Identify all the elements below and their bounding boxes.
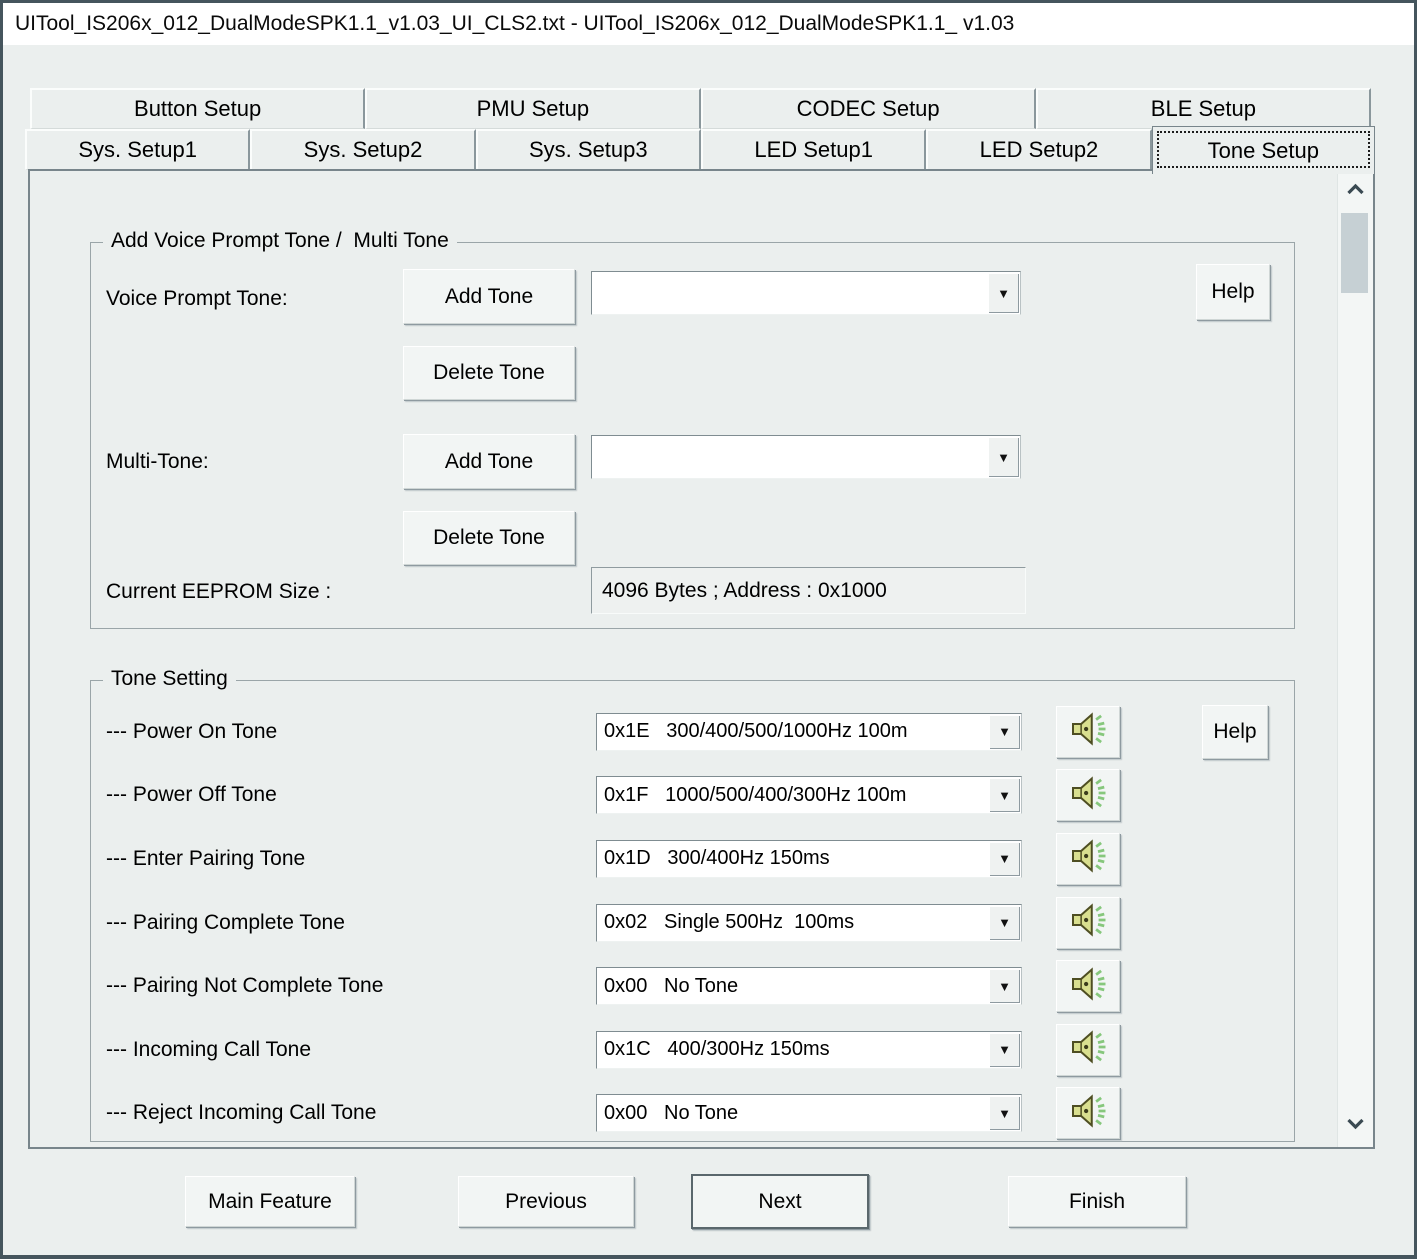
tone-select-value: 0x1E 300/400/500/1000Hz 100m bbox=[597, 714, 988, 750]
tone-row-label: --- Enter Pairing Tone bbox=[91, 847, 596, 871]
tone-select[interactable]: 0x00 No Tone ▼ bbox=[596, 967, 1022, 1005]
voice-prompt-groupbox: Add Voice Prompt Tone / Multi Tone Voice… bbox=[90, 242, 1295, 629]
tone-setup-panel: Add Voice Prompt Tone / Multi Tone Voice… bbox=[28, 169, 1375, 1149]
multi-tone-value bbox=[592, 436, 987, 478]
dropdown-arrow-icon[interactable]: ▼ bbox=[989, 1096, 1020, 1130]
title-bar: UITool_IS206x_012_DualModeSPK1.1_v1.03_U… bbox=[3, 3, 1414, 45]
speaker-icon bbox=[1067, 773, 1109, 818]
tab-strip-bottom: Sys. Setup1 Sys. Setup2 Sys. Setup3 LED … bbox=[25, 129, 1375, 170]
play-tone-button[interactable] bbox=[1056, 706, 1120, 758]
play-tone-button[interactable] bbox=[1056, 769, 1120, 821]
tone-row-label: --- Power Off Tone bbox=[91, 783, 596, 807]
groupbox-title: Add Voice Prompt Tone / Multi Tone bbox=[103, 229, 457, 253]
tone-rows: --- Power On Tone 0x1E 300/400/500/1000H… bbox=[91, 700, 1294, 1145]
tab-button-setup[interactable]: Button Setup bbox=[30, 88, 365, 129]
play-tone-button[interactable] bbox=[1056, 960, 1120, 1012]
eeprom-size-label: Current EEPROM Size : bbox=[106, 580, 331, 604]
tone-row: --- Reject Incoming Call Tone 0x00 No To… bbox=[91, 1082, 1294, 1146]
vertical-scrollbar[interactable] bbox=[1337, 171, 1373, 1147]
multi-tone-label: Multi-Tone: bbox=[106, 450, 209, 474]
tone-row: --- Incoming Call Tone 0x1C 400/300Hz 15… bbox=[91, 1018, 1294, 1082]
dropdown-arrow-icon[interactable]: ▼ bbox=[988, 273, 1019, 313]
tone-row: --- Pairing Complete Tone 0x02 Single 50… bbox=[91, 891, 1294, 955]
tab-pmu-setup[interactable]: PMU Setup bbox=[365, 88, 700, 129]
tone-row: --- Power Off Tone 0x1F 1000/500/400/300… bbox=[91, 764, 1294, 828]
tone-row-label: --- Pairing Not Complete Tone bbox=[91, 974, 596, 998]
multi-tone-select[interactable]: ▼ bbox=[591, 435, 1021, 479]
tab-sys-setup3[interactable]: Sys. Setup3 bbox=[476, 129, 701, 170]
next-button[interactable]: Next bbox=[691, 1174, 869, 1229]
window-title: UITool_IS206x_012_DualModeSPK1.1_v1.03_U… bbox=[15, 12, 1014, 36]
tone-help-button[interactable]: Help bbox=[1202, 705, 1268, 759]
tab-sys-setup1[interactable]: Sys. Setup1 bbox=[25, 129, 250, 170]
dropdown-arrow-icon[interactable]: ▼ bbox=[989, 778, 1020, 812]
tone-row-label: --- Pairing Complete Tone bbox=[91, 911, 596, 935]
tone-select[interactable]: 0x1C 400/300Hz 150ms ▼ bbox=[596, 1031, 1022, 1069]
speaker-icon bbox=[1067, 964, 1109, 1009]
chevron-down-icon bbox=[1346, 1117, 1365, 1135]
voice-prompt-tone-label: Voice Prompt Tone: bbox=[106, 287, 288, 311]
play-tone-button[interactable] bbox=[1056, 833, 1120, 885]
tone-select-value: 0x02 Single 500Hz 100ms bbox=[597, 905, 988, 941]
dropdown-arrow-icon[interactable]: ▼ bbox=[989, 1033, 1020, 1067]
tone-select-value: 0x1D 300/400Hz 150ms bbox=[597, 841, 988, 877]
add-voice-tone-button[interactable]: Add Tone bbox=[403, 269, 575, 324]
window-chrome: UITool_IS206x_012_DualModeSPK1.1_v1.03_U… bbox=[3, 3, 1414, 1255]
groupbox-title: Tone Setting bbox=[103, 667, 236, 691]
play-tone-button[interactable] bbox=[1056, 897, 1120, 949]
dropdown-arrow-icon[interactable]: ▼ bbox=[988, 437, 1019, 477]
delete-voice-tone-button[interactable]: Delete Tone bbox=[403, 346, 575, 400]
tab-ble-setup[interactable]: BLE Setup bbox=[1036, 88, 1371, 129]
tone-select[interactable]: 0x1F 1000/500/400/300Hz 100m ▼ bbox=[596, 776, 1022, 814]
tone-row: --- Enter Pairing Tone 0x1D 300/400Hz 15… bbox=[91, 827, 1294, 891]
speaker-icon bbox=[1067, 836, 1109, 881]
tone-row-label: --- Power On Tone bbox=[91, 720, 596, 744]
play-tone-button[interactable] bbox=[1056, 1024, 1120, 1076]
tone-select-value: 0x1C 400/300Hz 150ms bbox=[597, 1032, 988, 1068]
tone-select-value: 0x00 No Tone bbox=[597, 968, 988, 1004]
tone-row-label: --- Incoming Call Tone bbox=[91, 1038, 596, 1062]
chevron-up-icon bbox=[1346, 183, 1365, 201]
voice-help-button[interactable]: Help bbox=[1196, 264, 1270, 320]
voice-prompt-tone-value bbox=[592, 272, 987, 314]
app-window: UITool_IS206x_012_DualModeSPK1.1_v1.03_U… bbox=[0, 0, 1417, 1259]
tone-select[interactable]: 0x1E 300/400/500/1000Hz 100m ▼ bbox=[596, 713, 1022, 751]
tab-sys-setup2[interactable]: Sys. Setup2 bbox=[250, 129, 475, 170]
tab-led-setup1[interactable]: LED Setup1 bbox=[701, 129, 926, 170]
speaker-icon bbox=[1067, 1091, 1109, 1136]
dropdown-arrow-icon[interactable]: ▼ bbox=[989, 906, 1020, 940]
finish-button[interactable]: Finish bbox=[1008, 1176, 1186, 1227]
voice-prompt-tone-select[interactable]: ▼ bbox=[591, 271, 1021, 315]
tab-tone-setup[interactable]: Tone Setup bbox=[1152, 126, 1375, 174]
speaker-icon bbox=[1067, 900, 1109, 945]
tone-row-label: --- Reject Incoming Call Tone bbox=[91, 1101, 596, 1125]
speaker-icon bbox=[1067, 709, 1109, 754]
tab-strip-top: Button Setup PMU Setup CODEC Setup BLE S… bbox=[30, 88, 1371, 129]
tone-setting-groupbox: Tone Setting --- Power On Tone 0x1E 300/… bbox=[90, 680, 1295, 1142]
tone-select[interactable]: 0x02 Single 500Hz 100ms ▼ bbox=[596, 904, 1022, 942]
scroll-up-button[interactable] bbox=[1338, 171, 1373, 213]
scrollbar-thumb[interactable] bbox=[1341, 213, 1368, 293]
tone-select[interactable]: 0x1D 300/400Hz 150ms ▼ bbox=[596, 840, 1022, 878]
tone-row: --- Pairing Not Complete Tone 0x00 No To… bbox=[91, 954, 1294, 1018]
dropdown-arrow-icon[interactable]: ▼ bbox=[989, 842, 1020, 876]
tab-codec-setup[interactable]: CODEC Setup bbox=[701, 88, 1036, 129]
previous-button[interactable]: Previous bbox=[458, 1176, 634, 1227]
tone-select-value: 0x1F 1000/500/400/300Hz 100m bbox=[597, 777, 988, 813]
tone-row: --- Power On Tone 0x1E 300/400/500/1000H… bbox=[91, 700, 1294, 764]
tone-select[interactable]: 0x00 No Tone ▼ bbox=[596, 1094, 1022, 1132]
speaker-icon bbox=[1067, 1027, 1109, 1072]
scroll-down-button[interactable] bbox=[1338, 1105, 1373, 1147]
tone-select-value: 0x00 No Tone bbox=[597, 1095, 988, 1131]
delete-multi-tone-button[interactable]: Delete Tone bbox=[403, 511, 575, 565]
play-tone-button[interactable] bbox=[1056, 1087, 1120, 1139]
add-multi-tone-button[interactable]: Add Tone bbox=[403, 434, 575, 489]
dropdown-arrow-icon[interactable]: ▼ bbox=[989, 969, 1020, 1003]
eeprom-size-value: 4096 Bytes ; Address : 0x1000 bbox=[591, 567, 1026, 614]
main-feature-button[interactable]: Main Feature bbox=[185, 1176, 355, 1227]
tab-led-setup2[interactable]: LED Setup2 bbox=[926, 129, 1151, 170]
dropdown-arrow-icon[interactable]: ▼ bbox=[989, 715, 1020, 749]
